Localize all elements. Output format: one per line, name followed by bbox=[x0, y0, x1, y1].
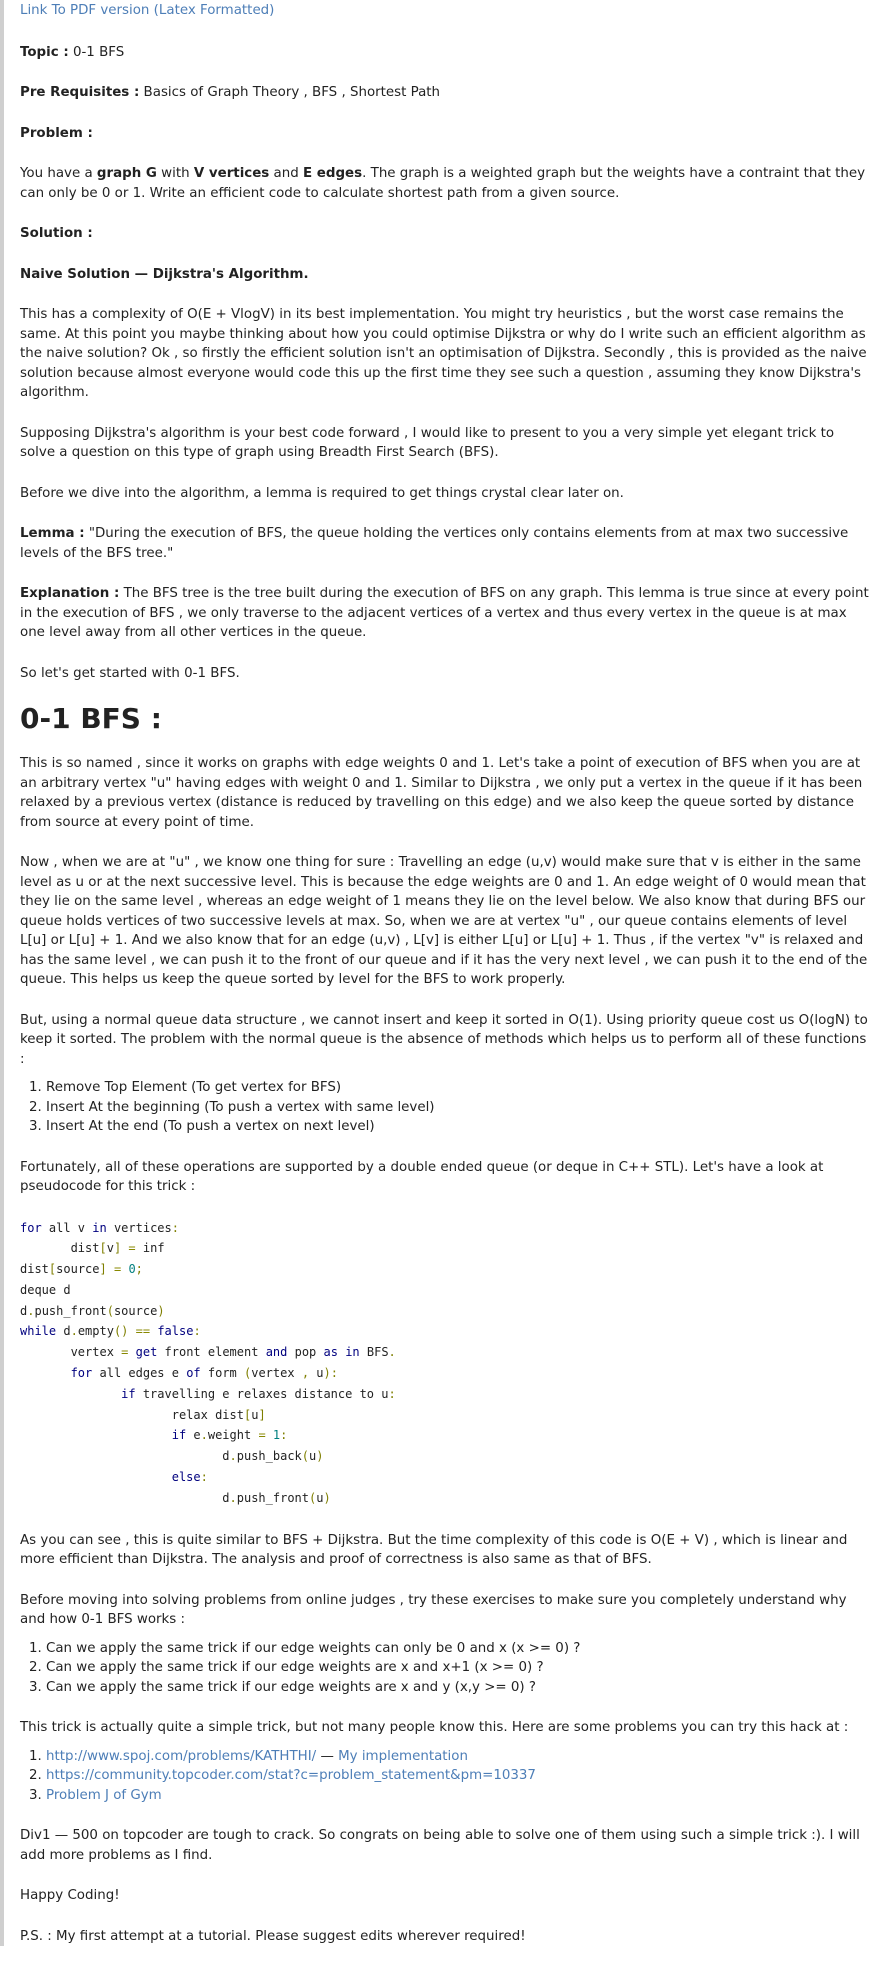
code-line: d.push_front(u) bbox=[20, 1490, 331, 1505]
topic-value: 0-1 BFS bbox=[68, 44, 125, 60]
article: Link To PDF version (Latex Formatted) To… bbox=[0, 0, 878, 1947]
list-item: Insert At the end (To push a vertex on n… bbox=[46, 1117, 869, 1137]
problems-list: http://www.spoj.com/problems/KATHTHI/ — … bbox=[20, 1747, 869, 1806]
list-item: http://www.spoj.com/problems/KATHTHI/ — … bbox=[46, 1747, 869, 1767]
supposing-paragraph: Supposing Dijkstra's algorithm is your b… bbox=[20, 425, 835, 461]
list-item: Remove Top Element (To get vertex for BF… bbox=[46, 1078, 869, 1098]
list-item: Can we apply the same trick if our edge … bbox=[46, 1639, 869, 1659]
lemma-text: "During the execution of BFS, the queue … bbox=[20, 526, 849, 561]
trick-paragraph: This trick is actually quite a simple tr… bbox=[20, 1720, 849, 1736]
code-line: for all v in vertices: bbox=[20, 1220, 179, 1235]
code-line: dist[source] = 0; bbox=[20, 1262, 143, 1277]
explanation-label: Explanation : bbox=[20, 586, 120, 601]
code-line: while d.empty() == false: bbox=[20, 1324, 201, 1339]
moving-paragraph: Before moving into solving problems from… bbox=[20, 1592, 847, 1628]
code-line: deque d bbox=[20, 1282, 71, 1297]
list-item: Can we apply the same trick if our edge … bbox=[46, 1658, 869, 1678]
code-line: d.push_back(u) bbox=[20, 1449, 324, 1464]
list-item: Problem J of Gym bbox=[46, 1786, 869, 1806]
bfs-heading: 0-1 BFS : bbox=[20, 702, 162, 735]
solution-heading: Solution : bbox=[20, 226, 93, 241]
now-paragraph: Now , when we are at "u" , we know one t… bbox=[20, 855, 868, 987]
started-paragraph: So let's get started with 0-1 BFS. bbox=[20, 665, 240, 681]
named-paragraph: This is so named , since it works on gra… bbox=[20, 756, 863, 830]
spoj-kaththi-link[interactable]: http://www.spoj.com/problems/KATHTHI/ bbox=[46, 1749, 316, 1764]
lemma-paragraph: Lemma : "During the execution of BFS, th… bbox=[20, 524, 869, 563]
problem-statement: You have a graph G with V vertices and E… bbox=[20, 166, 866, 201]
code-line: else: bbox=[171, 1470, 208, 1485]
code-line: for all edges e of form (vertex , u): bbox=[70, 1366, 338, 1381]
topic-label: Topic : bbox=[20, 44, 69, 60]
but-paragraph: But, using a normal queue data structure… bbox=[20, 1012, 868, 1067]
prerequisites-label: Pre Requisites : bbox=[20, 85, 140, 100]
pseudocode-block: for all v in vertices: dist[v] = inf dis… bbox=[20, 1218, 869, 1509]
lemma-label: Lemma : bbox=[20, 526, 85, 541]
separator: — bbox=[316, 1748, 339, 1764]
naive-solution-heading: Naive Solution — Dijkstra's Algorithm. bbox=[20, 266, 309, 282]
gym-problem-link[interactable]: Problem J of Gym bbox=[46, 1788, 162, 1803]
prerequisites-line: Pre Requisites : Basics of Graph Theory … bbox=[20, 83, 869, 103]
complexity-paragraph: This has a complexity of O(E + VlogV) in… bbox=[20, 307, 867, 400]
code-line: relax dist[u] bbox=[20, 1407, 266, 1422]
fortunately-paragraph: Fortunately, all of these operations are… bbox=[20, 1159, 824, 1195]
explanation-text: The BFS tree is the tree built during th… bbox=[20, 586, 869, 640]
problem-heading: Problem : bbox=[20, 125, 93, 141]
ps-paragraph: P.S. : My first attempt at a tutorial. P… bbox=[20, 1928, 526, 1944]
explanation-paragraph: Explanation : The BFS tree is the tree b… bbox=[20, 584, 869, 643]
code-line: d.push_front(source) bbox=[20, 1303, 165, 1318]
my-implementation-link[interactable]: My implementation bbox=[338, 1749, 468, 1764]
prerequisites-value: Basics of Graph Theory , BFS , Shortest … bbox=[139, 85, 441, 100]
list-item: https://community.topcoder.com/stat?c=pr… bbox=[46, 1766, 869, 1786]
code-line: if travelling e relaxes distance to u: bbox=[121, 1386, 396, 1401]
topic-line: Topic : 0-1 BFS bbox=[20, 43, 869, 63]
exercises-list: Can we apply the same trick if our edge … bbox=[20, 1639, 869, 1698]
div1-paragraph: Div1 — 500 on topcoder are tough to crac… bbox=[20, 1828, 860, 1863]
list-item: Can we apply the same trick if our edge … bbox=[46, 1678, 869, 1698]
asyou-paragraph: As you can see , this is quite similar t… bbox=[20, 1532, 848, 1568]
operations-list: Remove Top Element (To get vertex for BF… bbox=[20, 1078, 869, 1137]
before-paragraph: Before we dive into the algorithm, a lem… bbox=[20, 485, 624, 501]
pdf-version-link[interactable]: Link To PDF version (Latex Formatted) bbox=[20, 3, 274, 18]
list-item: Insert At the beginning (To push a verte… bbox=[46, 1098, 869, 1118]
code-line: if e.weight = 1: bbox=[171, 1428, 288, 1443]
topcoder-problem-link[interactable]: https://community.topcoder.com/stat?c=pr… bbox=[46, 1768, 536, 1783]
code-line: dist[v] = inf bbox=[20, 1241, 165, 1256]
happy-coding-paragraph: Happy Coding! bbox=[20, 1888, 120, 1904]
code-line: vertex = get front element and pop as in… bbox=[20, 1345, 396, 1360]
pdf-link-paragraph: Link To PDF version (Latex Formatted) bbox=[20, 1, 869, 21]
